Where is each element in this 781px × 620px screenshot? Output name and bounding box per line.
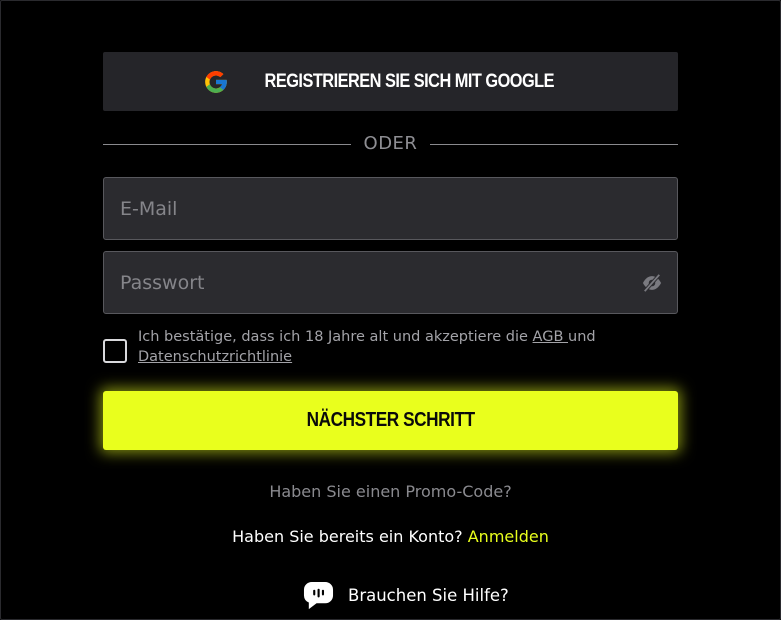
terms-checkbox[interactable] (103, 339, 127, 363)
privacy-policy-link[interactable]: Datenschutzrichtlinie (138, 349, 292, 365)
divider-line-right (430, 144, 678, 145)
agb-link[interactable]: AGB (533, 329, 568, 345)
help-button[interactable]: Brauchen Sie Hilfe? (303, 578, 509, 612)
or-divider: ODER (103, 131, 678, 157)
eye-slash-icon (642, 273, 662, 293)
terms-text-before: Ich bestätige, dass ich 18 Jahre alt und… (138, 329, 533, 345)
chat-bubble-icon (303, 581, 334, 609)
email-input[interactable] (104, 178, 677, 239)
google-signup-label: REGISTRIEREN SIE SICH MIT GOOGLE (264, 70, 555, 92)
existing-account-text: Haben Sie bereits ein Konto? (232, 527, 468, 546)
email-field-wrapper (103, 177, 678, 240)
next-step-button[interactable]: NÄCHSTER SCHRITT (103, 391, 678, 450)
login-link[interactable]: Anmelden (468, 527, 549, 546)
google-signup-button[interactable]: REGISTRIEREN SIE SICH MIT GOOGLE (103, 52, 678, 111)
promo-code-link[interactable]: Haben Sie einen Promo-Code? (103, 482, 678, 501)
password-input[interactable] (104, 252, 677, 313)
password-field-wrapper (103, 251, 678, 314)
google-icon (205, 70, 228, 93)
help-label: Brauchen Sie Hilfe? (348, 585, 509, 605)
existing-account-prompt: Haben Sie bereits ein Konto? Anmelden (103, 527, 678, 546)
terms-text-middle: und (568, 329, 596, 345)
password-visibility-toggle[interactable] (641, 273, 663, 293)
terms-consent-text: Ich bestätige, dass ich 18 Jahre alt und… (138, 327, 618, 367)
next-step-label: NÄCHSTER SCHRITT (306, 409, 475, 431)
